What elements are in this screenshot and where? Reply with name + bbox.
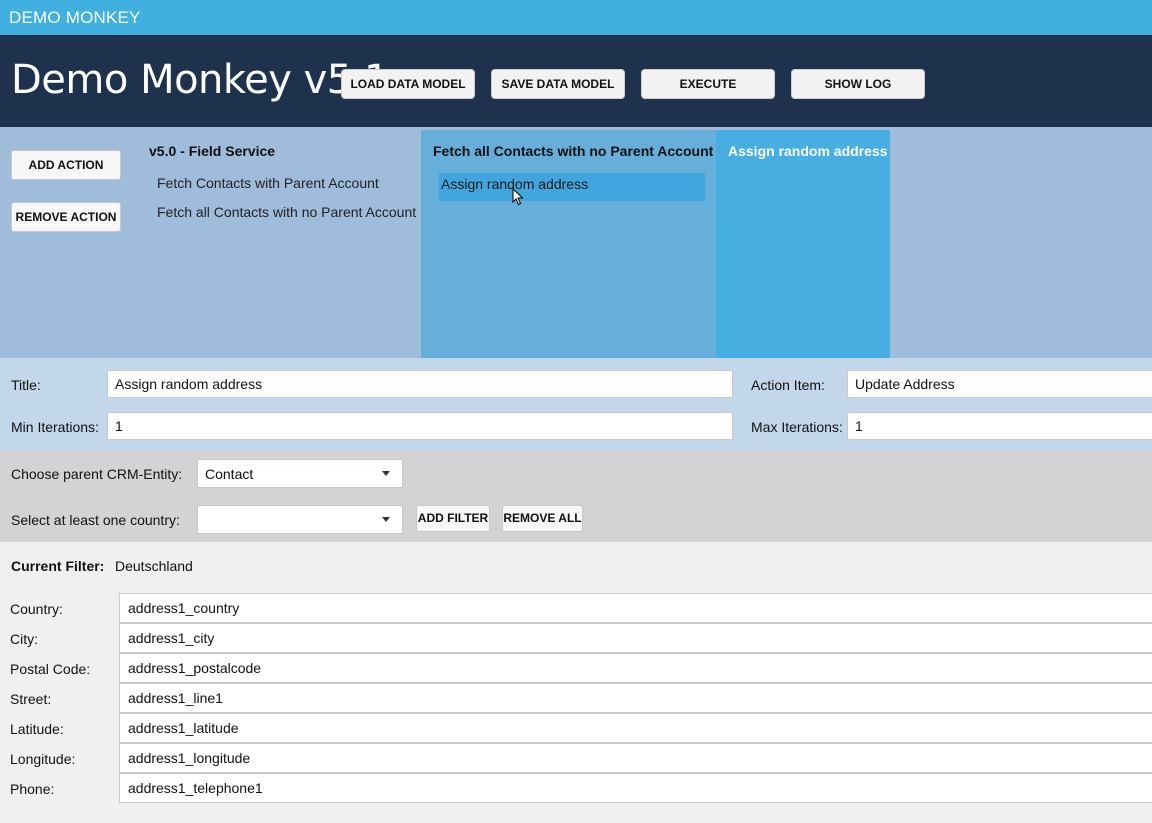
remove-all-button[interactable]: REMOVE ALL bbox=[502, 505, 583, 532]
app-title: Demo Monkey v5.1 bbox=[11, 57, 389, 103]
action-item-label: Action Item: bbox=[751, 377, 825, 393]
filter-panel: Choose parent CRM-Entity: Contact Select… bbox=[0, 450, 1152, 542]
remove-action-button[interactable]: REMOVE ACTION bbox=[11, 202, 121, 232]
max-iterations-label: Max Iterations: bbox=[751, 419, 843, 435]
action-item-input[interactable]: Update Address bbox=[847, 370, 1152, 398]
country-field-input[interactable]: address1_country bbox=[119, 593, 1152, 623]
max-iterations-input[interactable]: 1 bbox=[847, 412, 1152, 440]
parent-entity-label: Choose parent CRM-Entity: bbox=[11, 466, 183, 482]
current-filter-value: Deutschland bbox=[115, 558, 193, 574]
country-select[interactable] bbox=[197, 505, 403, 534]
postal-code-field-label: Postal Code: bbox=[10, 661, 91, 677]
window-title: DEMO MONKEY bbox=[9, 8, 141, 27]
postal-code-field-input[interactable]: address1_postalcode bbox=[119, 653, 1152, 683]
execute-button[interactable]: EXECUTE bbox=[641, 69, 775, 99]
parent-entity-value: Contact bbox=[205, 466, 254, 482]
action-properties-panel: Title: Assign random address Action Item… bbox=[0, 358, 1152, 450]
street-field-label: Street: bbox=[10, 691, 52, 707]
chevron-down-icon bbox=[382, 471, 390, 476]
current-filter-label: Current Filter: bbox=[11, 558, 105, 574]
save-data-model-button[interactable]: SAVE DATA MODEL bbox=[491, 69, 625, 99]
action-column-2-heading: Fetch all Contacts with no Parent Accoun… bbox=[433, 143, 714, 159]
phone-field-input[interactable]: address1_telephone1 bbox=[119, 773, 1152, 803]
action-column-2: Fetch all Contacts with no Parent Accoun… bbox=[421, 130, 716, 358]
add-action-button[interactable]: ADD ACTION bbox=[11, 150, 121, 180]
title-input[interactable]: Assign random address bbox=[107, 370, 733, 398]
min-iterations-label: Min Iterations: bbox=[11, 419, 99, 435]
longitude-field-input[interactable]: address1_longitude bbox=[119, 743, 1152, 773]
city-field-label: City: bbox=[10, 631, 38, 647]
longitude-field-label: Longitude: bbox=[10, 751, 76, 767]
action-column-3-heading: Assign random address bbox=[728, 143, 888, 159]
phone-field-label: Phone: bbox=[10, 781, 55, 797]
action-list-item[interactable]: Fetch all Contacts with no Parent Accoun… bbox=[157, 204, 416, 220]
chevron-down-icon bbox=[382, 517, 390, 522]
country-field-label: Country: bbox=[10, 601, 63, 617]
show-log-button[interactable]: SHOW LOG bbox=[791, 69, 925, 99]
action-tree-panel: ADD ACTION REMOVE ACTION v5.0 - Field Se… bbox=[0, 127, 1152, 358]
load-data-model-button[interactable]: LOAD DATA MODEL bbox=[341, 69, 475, 99]
parent-entity-select[interactable]: Contact bbox=[197, 459, 403, 488]
latitude-field-input[interactable]: address1_latitude bbox=[119, 713, 1152, 743]
country-label: Select at least one country: bbox=[11, 512, 180, 528]
action-column-3: Assign random address bbox=[716, 130, 890, 358]
street-field-input[interactable]: address1_line1 bbox=[119, 683, 1152, 713]
window-title-bar: DEMO MONKEY bbox=[0, 0, 1152, 35]
add-filter-button[interactable]: ADD FILTER bbox=[416, 505, 490, 532]
field-mapping-panel: Current Filter: Deutschland Country: add… bbox=[0, 542, 1152, 823]
city-field-input[interactable]: address1_city bbox=[119, 623, 1152, 653]
action-list-item-selected[interactable]: Assign random address bbox=[439, 173, 705, 201]
action-list-item[interactable]: Fetch Contacts with Parent Account bbox=[157, 175, 379, 191]
title-label: Title: bbox=[11, 377, 41, 393]
latitude-field-label: Latitude: bbox=[10, 721, 64, 737]
action-column-1-heading: v5.0 - Field Service bbox=[149, 143, 276, 159]
min-iterations-input[interactable]: 1 bbox=[107, 412, 733, 440]
app-header: Demo Monkey v5.1 LOAD DATA MODEL SAVE DA… bbox=[0, 35, 1152, 127]
mouse-cursor-icon bbox=[512, 188, 524, 206]
